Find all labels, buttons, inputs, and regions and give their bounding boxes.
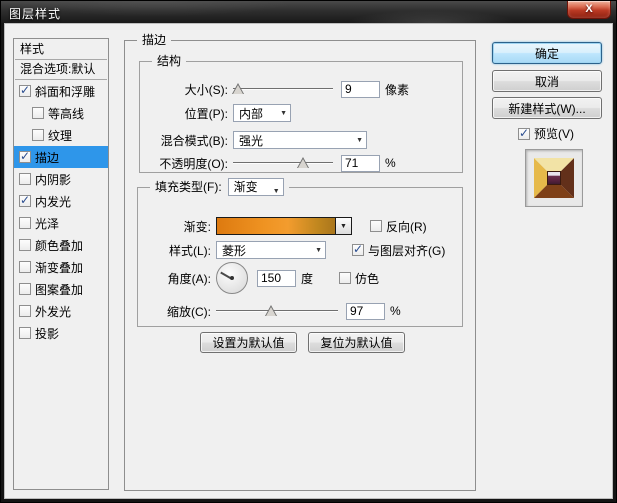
position-label: 位置(P): xyxy=(184,106,228,121)
sidebar-item-bevel-emboss[interactable]: 斜面和浮雕 xyxy=(14,80,108,102)
size-input[interactable] xyxy=(341,80,380,98)
blend-mode-select[interactable]: 强光 ▼ xyxy=(233,131,367,149)
angle-label: 角度(A): xyxy=(167,271,211,286)
position-select[interactable]: 内部 ▼ xyxy=(233,104,291,122)
sidebar-item-inner-shadow[interactable]: 内阴影 xyxy=(14,168,108,190)
sidebar-item-color-overlay[interactable]: 颜色叠加 xyxy=(14,234,108,256)
position-value: 内部 xyxy=(239,106,264,121)
gradient-style-value: 菱形 xyxy=(222,243,247,258)
checkbox-icon[interactable] xyxy=(19,327,31,339)
angle-unit: 度 xyxy=(301,271,314,286)
checkbox-icon[interactable] xyxy=(19,217,31,229)
sidebar-item-stroke[interactable]: 描边 xyxy=(14,146,108,168)
styles-header: 样式 xyxy=(20,42,45,56)
checkbox-icon[interactable] xyxy=(339,272,352,284)
preview-gem-icon xyxy=(534,158,574,198)
checkbox-icon[interactable] xyxy=(19,283,31,295)
sidebar-item-drop-shadow[interactable]: 投影 xyxy=(14,322,108,344)
dialog-body: 样式 混合选项:默认 斜面和浮雕 等高线 纹理 描边 内阴影 xyxy=(4,23,613,499)
size-slider-thumb[interactable] xyxy=(232,83,244,94)
style-preview-thumbnail xyxy=(525,149,583,207)
fill-type-select[interactable]: 渐变 ▼ xyxy=(227,178,284,196)
scale-input[interactable] xyxy=(346,302,385,320)
dither-checkbox[interactable]: 仿色 xyxy=(339,270,379,287)
sidebar-item-inner-glow[interactable]: 内发光 xyxy=(14,190,108,212)
angle-input[interactable] xyxy=(257,269,296,287)
checkbox-icon[interactable] xyxy=(32,129,44,141)
reset-default-button[interactable]: 复位为默认值 xyxy=(308,332,405,353)
window-title: 图层样式 xyxy=(9,7,62,21)
angle-center-dot xyxy=(230,276,234,280)
sidebar-item-texture[interactable]: 纹理 xyxy=(14,124,108,146)
align-with-layer-label: 与图层对齐(G) xyxy=(368,243,446,258)
scale-unit: % xyxy=(390,304,401,318)
chevron-down-icon: ▼ xyxy=(315,247,322,254)
new-style-button[interactable]: 新建样式(W)... xyxy=(492,97,602,119)
dither-label: 仿色 xyxy=(355,271,380,286)
gradient-picker-arrow[interactable]: ▼ xyxy=(336,217,352,235)
sidebar-item-blending-options[interactable]: 混合选项:默认 xyxy=(14,60,108,79)
cancel-button[interactable]: 取消 xyxy=(492,70,602,92)
panel-title: 描边 xyxy=(137,33,172,48)
checkbox-icon[interactable] xyxy=(32,107,44,119)
title-bar[interactable]: 图层样式 X xyxy=(1,1,616,23)
reverse-checkbox[interactable]: 反向(R) xyxy=(370,218,427,235)
reverse-label: 反向(R) xyxy=(386,219,427,234)
checkbox-icon[interactable] xyxy=(19,305,31,317)
checkbox-icon[interactable] xyxy=(19,239,31,251)
opacity-label: 不透明度(O): xyxy=(159,156,228,171)
opacity-input[interactable] xyxy=(341,154,380,172)
scale-slider[interactable] xyxy=(216,304,338,318)
slider-track xyxy=(233,162,333,164)
checkbox-icon[interactable] xyxy=(370,220,382,232)
preview-label: 预览(V) xyxy=(534,127,574,141)
slider-track xyxy=(233,88,333,90)
sidebar-item-gradient-overlay[interactable]: 渐变叠加 xyxy=(14,256,108,278)
checkbox-icon[interactable] xyxy=(19,83,31,97)
fill-type-legend: 填充类型(F): 渐变 ▼ xyxy=(150,178,289,196)
chevron-down-icon: ▼ xyxy=(356,137,363,144)
size-label: 大小(S): xyxy=(184,82,228,97)
gradient-label: 渐变: xyxy=(183,219,211,234)
opacity-unit: % xyxy=(385,156,396,170)
opacity-slider-thumb[interactable] xyxy=(297,157,309,168)
angle-dial[interactable] xyxy=(216,262,248,294)
size-unit: 像素 xyxy=(385,82,410,97)
checkbox-icon[interactable] xyxy=(19,261,31,273)
align-with-layer-checkbox[interactable]: 与图层对齐(G) xyxy=(352,242,445,259)
sidebar-item-pattern-overlay[interactable]: 图案叠加 xyxy=(14,278,108,300)
size-slider[interactable] xyxy=(232,82,333,96)
close-button[interactable]: X xyxy=(567,1,611,19)
scale-label: 缩放(C): xyxy=(167,304,211,319)
checkbox-icon[interactable] xyxy=(19,193,31,207)
blend-mode-value: 强光 xyxy=(239,133,264,148)
scale-slider-thumb[interactable] xyxy=(264,305,277,316)
checkbox-icon[interactable] xyxy=(19,149,31,163)
slider-track xyxy=(216,310,338,312)
checkbox-icon[interactable] xyxy=(352,242,364,256)
checkbox-icon[interactable] xyxy=(19,173,31,185)
opacity-slider[interactable] xyxy=(233,156,333,170)
ok-button[interactable]: 确定 xyxy=(492,42,602,64)
fill-type-label: 填充类型(F): xyxy=(155,179,222,194)
style-label: 样式(L): xyxy=(168,243,211,258)
close-icon: X xyxy=(585,3,593,15)
sidebar-item-outer-glow[interactable]: 外发光 xyxy=(14,300,108,322)
sidebar-item-satin[interactable]: 光泽 xyxy=(14,212,108,234)
layer-style-dialog: 图层样式 X 样式 混合选项:默认 斜面和浮雕 等高线 纹理 xyxy=(0,0,617,503)
make-default-button[interactable]: 设置为默认值 xyxy=(200,332,297,353)
sidebar-item-contour[interactable]: 等高线 xyxy=(14,102,108,124)
checkbox-icon[interactable] xyxy=(518,126,530,140)
stroke-panel: 描边 结构 大小(S): 像素 位置(P): 内部 ▼ xyxy=(124,33,476,491)
blend-mode-label: 混合模式(B): xyxy=(160,133,228,148)
styles-list: 样式 混合选项:默认 斜面和浮雕 等高线 纹理 描边 内阴影 xyxy=(13,38,109,490)
fill-type-value: 渐变 xyxy=(233,179,258,194)
chevron-down-icon: ▼ xyxy=(280,110,287,117)
preview-checkbox[interactable]: 预览(V) xyxy=(518,125,574,142)
gradient-swatch[interactable] xyxy=(216,217,336,235)
chevron-down-icon: ▼ xyxy=(272,188,280,195)
structure-legend: 结构 xyxy=(152,54,187,69)
gradient-style-select[interactable]: 菱形 ▼ xyxy=(216,241,326,259)
